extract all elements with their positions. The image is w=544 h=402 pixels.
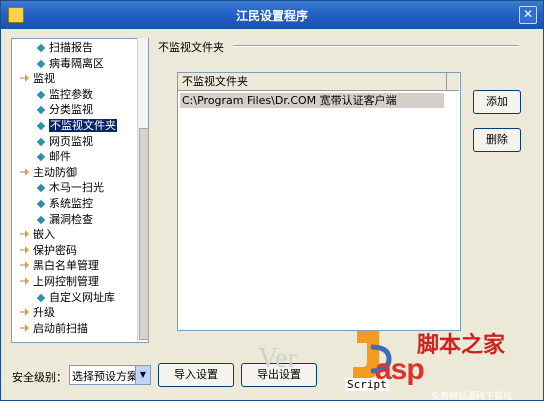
watermark-footer: 免费网站源码下载站 — [431, 392, 513, 402]
tree-item[interactable]: 嵌入 — [20, 228, 55, 242]
tree-item[interactable]: 扫描报告 — [36, 41, 93, 55]
tree-item[interactable]: 病毒隔离区 — [36, 57, 104, 71]
folder-node-icon — [20, 245, 30, 255]
leaf-node-icon — [36, 121, 46, 131]
tree-item[interactable]: 监视 — [20, 72, 55, 86]
import-settings-button[interactable]: 导入设置 — [158, 363, 234, 387]
close-button[interactable]: ✕ — [519, 6, 537, 24]
tree-item[interactable]: 上网控制管理 — [20, 275, 99, 289]
tree-item-label: 自定义网址库 — [49, 290, 115, 304]
tree-item[interactable]: 系统监控 — [36, 197, 93, 211]
tree-item-label: 上网控制管理 — [33, 275, 99, 288]
delete-button[interactable]: 删除 — [473, 128, 521, 152]
leaf-node-icon — [36, 215, 46, 224]
folder-node-icon — [20, 276, 30, 286]
add-button[interactable]: 添加 — [473, 90, 521, 114]
leaf-node-icon — [36, 293, 46, 302]
list-header-filler — [447, 73, 459, 91]
watermark-site-name: 脚本之家 — [417, 332, 506, 357]
tree-scrollbar[interactable] — [137, 38, 149, 341]
tree-item[interactable]: 升级 — [20, 306, 55, 320]
tree-item[interactable]: 启动前扫描 — [20, 322, 88, 336]
tree-item-label: 木马一扫光 — [49, 181, 104, 195]
folder-node-icon — [20, 323, 30, 333]
tree-item[interactable]: 主动防御 — [20, 166, 77, 180]
folder-node-icon — [20, 73, 30, 83]
settings-tree[interactable]: 扫描报告病毒隔离区监视 监控参数分类监视不监视文件夹 网页监视邮件 主动防御木马一扫光… — [11, 38, 149, 343]
tree-scrollbar-thumb[interactable] — [139, 128, 149, 340]
folder-node-icon — [20, 307, 30, 317]
chevron-down-icon[interactable]: ▼ — [135, 366, 150, 384]
tree-item-label: 保护密码 — [33, 243, 77, 257]
list-column-header[interactable]: 不监视文件夹 — [178, 73, 447, 91]
tree-item[interactable]: 监控参数 — [36, 88, 93, 102]
leaf-node-icon — [36, 106, 46, 115]
security-level-value: 选择预设方案 — [72, 370, 138, 383]
tree-item-label: 扫描报告 — [49, 41, 93, 54]
list-item[interactable]: C:\Program Files\Dr.COM 宽带认证客户端 — [180, 93, 444, 108]
tree-item-label: 监控参数 — [49, 87, 93, 101]
tree-item-label: 升级 — [33, 306, 55, 320]
folder-node-icon — [20, 260, 30, 270]
excluded-folders-list[interactable]: 不监视文件夹 C:\Program Files\Dr.COM 宽带认证客户端 — [177, 72, 461, 331]
tree-item-label: 漏洞检查 — [49, 212, 93, 226]
tree-item-label: 分类监视 — [49, 103, 93, 117]
tree-item-label: 病毒隔离区 — [49, 56, 104, 70]
leaf-node-icon — [36, 199, 46, 209]
tree-item-label: 系统监控 — [49, 197, 93, 210]
tree-item[interactable]: 保护密码 — [20, 244, 77, 258]
tree-item-label: 网页监视 — [49, 134, 93, 148]
tree-item-label: 不监视文件夹 — [49, 119, 117, 132]
tree-item[interactable]: 漏洞检查 — [36, 213, 93, 227]
title-bar[interactable]: 江民设置程序 ✕ — [1, 1, 543, 29]
leaf-node-icon — [36, 90, 46, 100]
folder-node-icon — [20, 229, 30, 239]
leaf-node-icon — [36, 137, 46, 146]
tree-item[interactable]: 分类监视 — [36, 103, 93, 117]
tree-item-label: 启动前扫描 — [33, 321, 88, 335]
watermark-ver: Ver — [258, 343, 297, 374]
tree-item[interactable]: 网页监视 — [36, 135, 93, 149]
tree-item[interactable]: 黑白名单管理 — [20, 259, 99, 273]
tree-item-label: 邮件 — [49, 150, 71, 164]
tree-item[interactable]: 木马一扫光 — [36, 181, 104, 195]
leaf-node-icon — [36, 152, 46, 162]
tree-item-label: 主动防御 — [33, 165, 77, 179]
section-divider — [233, 45, 519, 47]
tree-item[interactable]: 不监视文件夹 — [36, 119, 117, 133]
tree-item-label: 嵌入 — [33, 228, 55, 242]
section-title: 不监视文件夹 — [158, 41, 224, 54]
tree-item-label: 监视 — [33, 72, 55, 86]
security-level-label: 安全级别： — [12, 371, 67, 384]
leaf-node-icon — [36, 43, 46, 53]
settings-window: 江民设置程序 ✕ 扫描报告 病毒隔离区 监视 监控参数 分类监视 不监视文件夹 网页监视 邮件… — [0, 0, 544, 402]
folder-node-icon — [20, 167, 30, 177]
security-level-select[interactable]: 选择预设方案 ▼ — [69, 365, 151, 385]
leaf-node-icon — [36, 59, 46, 68]
tree-item-label: 黑白名单管理 — [33, 259, 99, 273]
window-title: 江民设置程序 — [235, 9, 308, 23]
leaf-node-icon — [36, 184, 46, 193]
tree-item[interactable]: 自定义网址库 — [36, 291, 115, 305]
tree-item[interactable]: 邮件 — [36, 150, 71, 164]
